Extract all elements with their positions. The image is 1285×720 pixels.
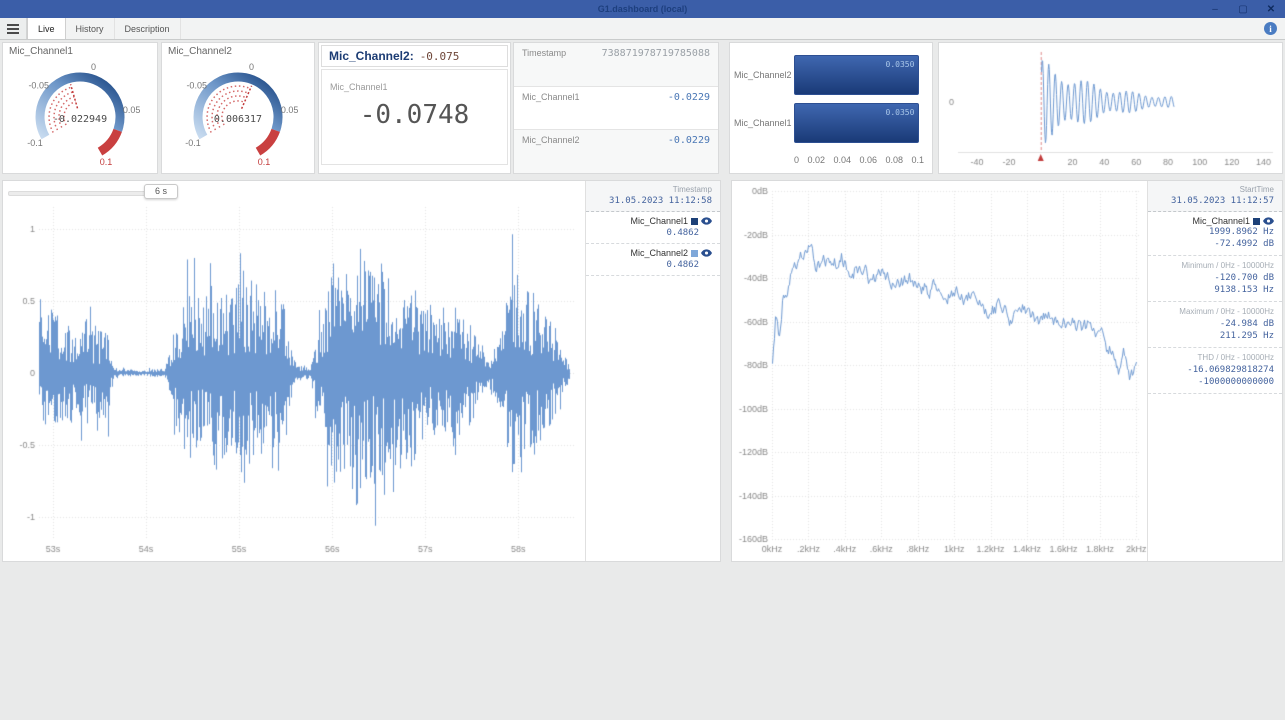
svg-text:-0.05: -0.05: [186, 80, 207, 90]
bar-row: Mic_Channel1 0.0350: [734, 103, 922, 143]
value-widget-body: Mic_Channel1 -0.0748: [321, 69, 508, 165]
legend-entry-mic-channel1[interactable]: Mic_Channel1 0.4862: [586, 212, 720, 244]
value-channel-label: Mic_Channel1: [330, 82, 499, 92]
svg-text:0.1: 0.1: [100, 157, 113, 167]
tab-live[interactable]: Live: [27, 18, 66, 39]
menu-icon: [7, 24, 19, 26]
fft-canvas[interactable]: [732, 181, 1148, 561]
tab-description[interactable]: Description: [115, 18, 181, 39]
svg-text:-0.022949: -0.022949: [53, 114, 107, 125]
eye-icon[interactable]: [701, 249, 712, 257]
window-title: G1.dashboard (local): [0, 4, 1285, 14]
gauge-widget-1: Mic_Channel1 -0.1 -0.05 0 0.05 0.1 -0.022949: [2, 42, 158, 174]
waveform-legend-header: Timestamp 31.05.2023 11:12:58: [586, 181, 720, 212]
svg-text:0.006317: 0.006317: [214, 114, 262, 125]
bar-mic-channel2: 0.0350: [794, 55, 919, 95]
title-bar: G1.dashboard (local) – ▢ ✕: [0, 0, 1285, 18]
toolbar: Live History Description i: [0, 18, 1285, 40]
svg-text:0: 0: [249, 62, 254, 72]
svg-text:0.1: 0.1: [258, 157, 271, 167]
time-slider-handle[interactable]: 6 s: [144, 184, 178, 199]
close-button[interactable]: ✕: [1257, 0, 1285, 18]
time-slider[interactable]: 6 s: [8, 184, 178, 201]
svg-text:0.05: 0.05: [123, 105, 141, 115]
value-big-number: -0.0748: [330, 100, 499, 130]
window-controls: – ▢ ✕: [1201, 0, 1285, 18]
chart-row: 6 s Timestamp 31.05.2023 11:12:58 Mic_Ch…: [2, 180, 1283, 562]
menu-button[interactable]: [0, 18, 27, 39]
tab-history[interactable]: History: [66, 18, 115, 39]
value-header-value: -0.075: [420, 50, 460, 63]
fft-stat-thd: THD / 0Hz - 10000Hz -16.069829818274 -10…: [1148, 348, 1282, 394]
legend-entry-mic-channel1[interactable]: Mic_Channel1 1999.8962 Hz -72.4992 dB: [1148, 212, 1282, 256]
bar-chart-widget: Mic_Channel2 0.0350 Mic_Channel1 0.0350 …: [729, 42, 933, 174]
gauge2-title: Mic_Channel2: [168, 46, 232, 57]
eye-icon[interactable]: [701, 217, 712, 225]
waveform-canvas[interactable]: [3, 181, 586, 561]
waveform-panel: 6 s Timestamp 31.05.2023 11:12:58 Mic_Ch…: [2, 180, 721, 562]
value-widget-header: Mic_Channel2: -0.075: [321, 45, 508, 67]
bar-mic-channel1: 0.0350: [794, 103, 919, 143]
fft-legend: StartTime 31.05.2023 11:12:57 Mic_Channe…: [1147, 181, 1282, 561]
table-widget: Timestamp 738871978719785088 Mic_Channel…: [513, 42, 719, 174]
eye-icon[interactable]: [1263, 217, 1274, 225]
minimize-button[interactable]: –: [1201, 0, 1229, 18]
svg-text:0.05: 0.05: [281, 105, 299, 115]
value-widget: Mic_Channel2: -0.075 Mic_Channel1 -0.074…: [318, 42, 511, 174]
table-row: Mic_Channel2 -0.0229: [514, 130, 718, 173]
legend-entry-mic-channel2[interactable]: Mic_Channel2 0.4862: [586, 244, 720, 276]
gauge-widget-2: Mic_Channel2 -0.1 -0.05 0 0.05 0.1 0.006317: [161, 42, 315, 174]
maximize-button[interactable]: ▢: [1229, 0, 1257, 18]
impulse-chart-widget: [938, 42, 1283, 174]
bar-chart-x-axis: 0 0.02 0.04 0.06 0.08 0.1: [794, 155, 924, 165]
bar-row: Mic_Channel2 0.0350: [734, 55, 922, 95]
table-row: Timestamp 738871978719785088: [514, 43, 718, 87]
fft-panel: StartTime 31.05.2023 11:12:57 Mic_Channe…: [731, 180, 1283, 562]
channel1-swatch: [691, 218, 698, 225]
impulse-chart-canvas[interactable]: [940, 44, 1281, 172]
bar-chart-area: Mic_Channel2 0.0350 Mic_Channel1 0.0350: [734, 55, 922, 143]
svg-text:-0.05: -0.05: [28, 80, 49, 90]
gauge1-title: Mic_Channel1: [9, 46, 73, 57]
gauge2-dial: -0.1 -0.05 0 0.05 0.1 0.006317: [162, 57, 314, 170]
waveform-legend: Timestamp 31.05.2023 11:12:58 Mic_Channe…: [585, 181, 720, 561]
channel2-swatch: [691, 250, 698, 257]
fft-stat-minimum: Minimum / 0Hz - 10000Hz -120.700 dB 9138…: [1148, 256, 1282, 302]
svg-text:-0.1: -0.1: [185, 138, 201, 148]
fft-legend-header: StartTime 31.05.2023 11:12:57: [1148, 181, 1282, 212]
fft-stat-maximum: Maximum / 0Hz - 10000Hz -24.984 dB 211.2…: [1148, 302, 1282, 348]
value-header-label: Mic_Channel2:: [329, 49, 414, 63]
channel1-swatch: [1253, 218, 1260, 225]
gauge1-dial: -0.1 -0.05 0 0.05 0.1 -0.022949: [3, 57, 157, 170]
widget-row: Mic_Channel1 -0.1-0.0500.050.1-0.022949 …: [2, 42, 1283, 174]
svg-text:-0.1: -0.1: [27, 138, 43, 148]
table-row: Mic_Channel1 -0.0229: [514, 87, 718, 131]
info-icon[interactable]: i: [1264, 22, 1277, 35]
svg-text:0: 0: [91, 62, 96, 72]
